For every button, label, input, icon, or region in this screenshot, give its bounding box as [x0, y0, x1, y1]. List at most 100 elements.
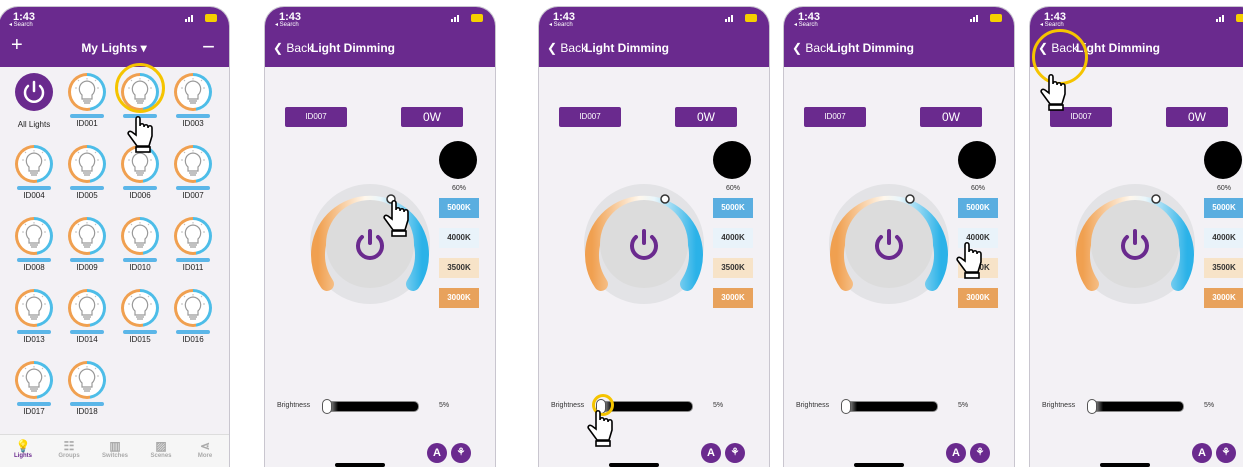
color-temperature-dial[interactable]	[579, 179, 709, 309]
light-tile[interactable]: ID015	[118, 289, 162, 344]
device-id-button[interactable]: ID007	[559, 107, 621, 127]
color-temp-button[interactable]: 5000K	[958, 198, 998, 218]
back-button[interactable]: ❮ Back	[273, 41, 313, 55]
status-bar: 1:43 ◂ Search	[784, 7, 1014, 29]
all-lights-button[interactable]: All Lights	[12, 73, 56, 129]
motion-sensor-button[interactable]: ⚘	[451, 443, 471, 463]
power-readout: 0W	[1166, 107, 1228, 127]
auto-mode-button[interactable]: A	[946, 443, 966, 463]
auto-mode-button[interactable]: A	[1192, 443, 1212, 463]
brightness-slider[interactable]	[323, 401, 419, 412]
dial-handle[interactable]	[1151, 194, 1161, 204]
switches-icon: ▥	[109, 439, 121, 453]
brightness-value: 5%	[713, 402, 724, 409]
dial-handle[interactable]	[660, 194, 670, 204]
motion-sensor-button[interactable]: ⚘	[1216, 443, 1236, 463]
color-temp-button[interactable]: 5000K	[1204, 198, 1243, 218]
remove-light-button[interactable]: −	[202, 34, 215, 60]
light-tile[interactable]: ID008	[12, 217, 56, 272]
color-temperature-dial[interactable]	[824, 179, 954, 309]
light-label: ID003	[182, 119, 204, 128]
brightness-slider[interactable]	[1088, 401, 1184, 412]
brightness-knob[interactable]	[322, 399, 332, 414]
back-button[interactable]: ❮ Back	[792, 41, 832, 55]
chevron-left-icon: ❮	[792, 41, 803, 55]
back-to-search[interactable]: ◂ Search	[549, 21, 573, 28]
color-temp-button[interactable]: 3000K	[1204, 288, 1243, 308]
brightness-slider[interactable]	[842, 401, 938, 412]
page-title[interactable]: My Lights ▾	[0, 41, 229, 55]
dial-handle[interactable]	[905, 194, 915, 204]
device-id-button[interactable]: ID007	[285, 107, 347, 127]
color-temp-button[interactable]: 4000K	[713, 228, 753, 248]
light-label: ID009	[76, 263, 98, 272]
light-label: ID004	[23, 191, 45, 200]
light-tile[interactable]: ID004	[12, 145, 56, 200]
color-temp-button[interactable]: 3500K	[1204, 258, 1243, 278]
chevron-left-icon: ❮	[547, 41, 558, 55]
auto-mode-button[interactable]: A	[427, 443, 447, 463]
power-icon	[15, 73, 53, 111]
level-bar	[70, 330, 104, 334]
pointer-hand-icon	[127, 115, 153, 153]
light-label: ID010	[129, 263, 151, 272]
color-preview	[713, 141, 751, 179]
light-label: ID016	[182, 335, 204, 344]
color-temp-button[interactable]: 3000K	[958, 288, 998, 308]
light-tile[interactable]: ID005	[65, 145, 109, 200]
color-temp-button[interactable]: 4000K	[1204, 228, 1243, 248]
light-dimming-screen: 1:43 ◂ Search ❮ Back Light Dimming ID007 0W 60…	[783, 6, 1015, 467]
motion-sensor-button[interactable]: ⚘	[725, 443, 745, 463]
light-tile[interactable]: ID003	[171, 73, 215, 128]
bulb-icon	[68, 73, 106, 111]
color-preview	[439, 141, 477, 179]
color-temp-button[interactable]: 3000K	[439, 288, 479, 308]
light-tile[interactable]: ID016	[171, 289, 215, 344]
light-tile[interactable]: ID014	[65, 289, 109, 344]
tab-scenes[interactable]: ▨ Scenes	[141, 439, 181, 459]
color-temp-button[interactable]: 3500K	[713, 258, 753, 278]
auto-mode-button[interactable]: A	[701, 443, 721, 463]
light-tile[interactable]: ID001	[65, 73, 109, 128]
back-to-search[interactable]: ◂ Search	[275, 21, 299, 28]
pointer-hand-icon	[1040, 73, 1066, 111]
light-tile[interactable]: ID007	[171, 145, 215, 200]
light-tile[interactable]: ID009	[65, 217, 109, 272]
back-to-search[interactable]: ◂ Search	[794, 21, 818, 28]
brightness-value: 5%	[958, 402, 969, 409]
nav-bar: ❮ Back Light Dimming	[539, 29, 769, 67]
level-bar	[70, 186, 104, 190]
tab-switches[interactable]: ▥ Switches	[95, 439, 135, 459]
brightness-knob[interactable]	[841, 399, 851, 414]
color-temperature-dial[interactable]	[305, 179, 435, 309]
light-tile[interactable]: ID011	[171, 217, 215, 272]
back-button[interactable]: ❮ Back	[547, 41, 587, 55]
motion-sensor-button[interactable]: ⚘	[970, 443, 990, 463]
back-to-search[interactable]: ◂ Search	[1040, 21, 1064, 28]
color-temp-button[interactable]: 5000K	[439, 198, 479, 218]
device-id-button[interactable]: ID007	[804, 107, 866, 127]
light-tile[interactable]: ID013	[12, 289, 56, 344]
light-tile[interactable]: ID018	[65, 361, 109, 416]
light-tile[interactable]: ID010	[118, 217, 162, 272]
tab-more[interactable]: ⋖ More	[185, 439, 225, 459]
level-percent: 60%	[725, 185, 740, 192]
level-bar	[70, 258, 104, 262]
tab-groups[interactable]: ☷ Groups	[49, 439, 89, 459]
color-temp-button[interactable]: 3000K	[713, 288, 753, 308]
signal-battery-icon	[1216, 14, 1243, 22]
color-temp-button[interactable]: 4000K	[439, 228, 479, 248]
color-temp-button[interactable]: 3500K	[439, 258, 479, 278]
light-tile[interactable]: ID017	[12, 361, 56, 416]
back-to-search[interactable]: ◂ Search	[9, 21, 33, 28]
color-temp-button[interactable]: 5000K	[713, 198, 753, 218]
brightness-knob[interactable]	[1087, 399, 1097, 414]
pointer-hand-icon	[956, 241, 982, 279]
tab-bar: 💡 Lights ☷ Groups ▥ Switches ▨ Scenes ⋖ More	[0, 434, 229, 467]
power-readout: 0W	[401, 107, 463, 127]
groups-icon: ☷	[63, 439, 75, 453]
tab-lights[interactable]: 💡 Lights	[3, 439, 43, 459]
brightness-value: 5%	[1204, 402, 1215, 409]
level-bar	[17, 258, 51, 262]
color-temperature-dial[interactable]	[1070, 179, 1200, 309]
